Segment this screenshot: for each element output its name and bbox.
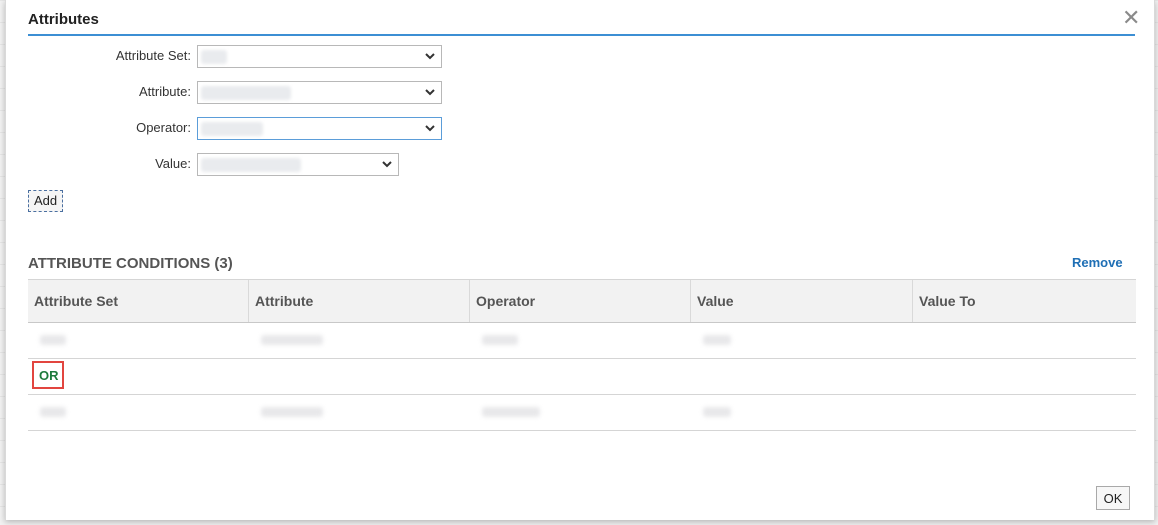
value-label: Value: (155, 156, 191, 171)
attribute-set-value (201, 50, 227, 64)
chevron-down-icon (425, 125, 435, 132)
conditions-title: ATTRIBUTE CONDITIONS (3) (28, 255, 233, 272)
operator-label: Operator: (136, 120, 191, 135)
add-button[interactable]: Add (28, 190, 64, 212)
table-row[interactable] (28, 323, 1136, 359)
attribute-set-select[interactable] (197, 45, 442, 68)
chevron-down-icon (425, 53, 435, 60)
value-select[interactable] (197, 153, 399, 176)
table-cell (40, 335, 66, 345)
attribute-select[interactable] (197, 81, 442, 104)
table-cell (261, 407, 323, 417)
table-cell (40, 407, 66, 417)
attribute-label: Attribute: (138, 84, 191, 99)
operator-value (201, 122, 263, 136)
value-value (201, 158, 301, 172)
or-label: OR (39, 368, 59, 383)
table-header: Attribute Set Attribute Operator Value V… (28, 279, 1136, 323)
operator-select[interactable] (197, 117, 442, 140)
table-cell (703, 335, 731, 345)
or-highlight-box: OR (32, 361, 64, 389)
table-cell (703, 407, 731, 417)
column-header-attribute[interactable]: Attribute (249, 280, 470, 322)
title-divider (28, 34, 1135, 36)
table-row[interactable] (28, 395, 1136, 431)
column-header-attribute-set[interactable]: Attribute Set (28, 280, 249, 322)
close-icon[interactable]: ✕ (1122, 7, 1140, 29)
attribute-value (201, 86, 291, 100)
attribute-set-label: Attribute Set: (115, 48, 191, 63)
attributes-dialog: Attributes ✕ Attribute Set: Attribute: O… (5, 0, 1155, 520)
column-header-value-to[interactable]: Value To (913, 280, 1136, 322)
table-cell (482, 335, 518, 345)
table-cell (261, 335, 323, 345)
ok-button[interactable]: OK (1096, 486, 1130, 510)
column-header-operator[interactable]: Operator (470, 280, 691, 322)
chevron-down-icon (425, 89, 435, 96)
conditions-table: Attribute Set Attribute Operator Value V… (28, 279, 1136, 431)
table-row-or[interactable]: OR (28, 359, 1136, 395)
chevron-down-icon (382, 161, 392, 168)
table-cell (482, 407, 540, 417)
column-header-value[interactable]: Value (691, 280, 913, 322)
dialog-title: Attributes (28, 11, 99, 28)
remove-link[interactable]: Remove (1072, 255, 1123, 270)
